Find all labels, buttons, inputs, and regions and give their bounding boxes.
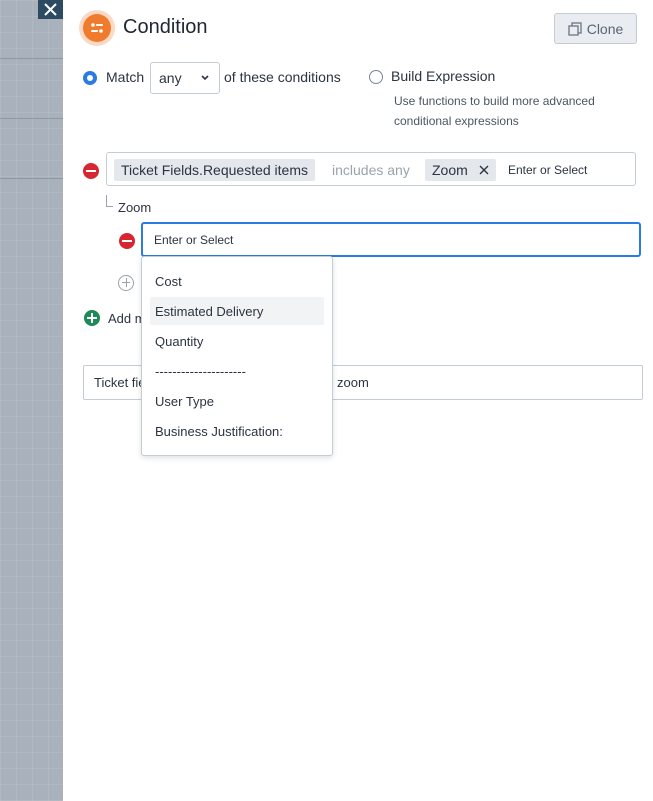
dropdown-item[interactable]: User Type <box>150 387 324 415</box>
help-line: Use functions to build more advanced <box>394 94 595 108</box>
match-label: Match <box>106 69 145 85</box>
copy-icon <box>568 21 582 36</box>
panel-title: Condition <box>123 16 208 38</box>
chevron-down-icon <box>201 75 209 81</box>
add-condition-label[interactable]: Add m <box>108 311 146 326</box>
remove-condition-button[interactable] <box>83 163 99 179</box>
clone-button[interactable]: Clone <box>554 13 637 44</box>
match-select[interactable]: any <box>150 62 220 94</box>
condition-icon <box>79 10 115 46</box>
backdrop-divider <box>0 178 63 179</box>
condition-value-input[interactable]: Enter or Select <box>508 163 587 177</box>
expression-left: Ticket fie <box>94 375 146 390</box>
sub-condition-input[interactable]: Enter or Select <box>141 222 641 257</box>
value-tag: Zoom <box>425 159 496 181</box>
add-condition-button[interactable] <box>84 310 100 326</box>
close-icon <box>44 3 57 16</box>
operator-label[interactable]: includes any <box>332 162 410 178</box>
dropdown-item[interactable]: Quantity <box>150 327 324 355</box>
clone-label: Clone <box>586 20 624 37</box>
add-sub-condition-button[interactable] <box>118 275 134 291</box>
dropdown-separator: --------------------- <box>155 363 246 379</box>
build-expression-help: Use functions to build more advanced con… <box>394 91 634 131</box>
match-select-value: any <box>159 70 182 86</box>
dropdown-item[interactable]: Business Justification: <box>150 417 324 445</box>
build-expression-label[interactable]: Build Expression <box>391 68 495 84</box>
build-expression-radio[interactable] <box>369 70 383 84</box>
remove-sub-condition-button[interactable] <box>119 233 135 249</box>
remove-tag-icon[interactable] <box>479 165 489 175</box>
tree-connector <box>106 195 113 207</box>
field-pill[interactable]: Ticket Fields.Requested items <box>114 159 315 181</box>
match-suffix: of these conditions <box>224 69 341 85</box>
field-dropdown: Cost Estimated Delivery Quantity -------… <box>141 256 333 456</box>
backdrop-divider <box>0 58 63 59</box>
dropdown-item[interactable]: Estimated Delivery <box>150 297 324 325</box>
dropdown-item[interactable]: Cost <box>150 267 324 295</box>
condition-panel: Condition Clone Match any of these condi… <box>63 0 653 801</box>
sub-condition-label: Zoom <box>118 200 152 215</box>
match-radio[interactable] <box>83 71 97 85</box>
expression-right: zoom <box>337 375 369 390</box>
background-overlay <box>0 0 63 801</box>
condition-row: Ticket Fields.Requested items includes a… <box>106 152 636 186</box>
help-line: conditional expressions <box>394 114 519 128</box>
close-button[interactable] <box>38 0 63 19</box>
backdrop-divider <box>0 118 63 119</box>
value-tag-label: Zoom <box>432 162 468 178</box>
